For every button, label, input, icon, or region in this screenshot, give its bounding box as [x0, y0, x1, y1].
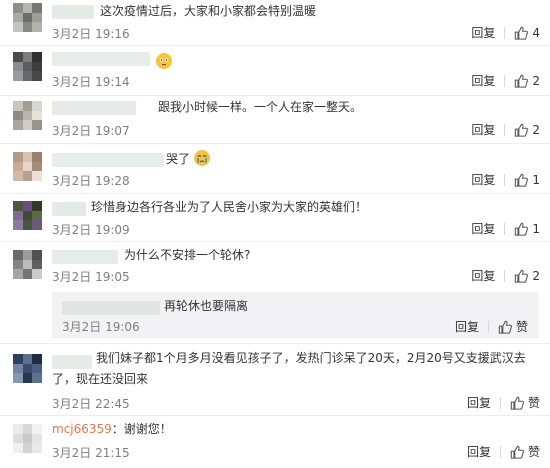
comment-time: 3月2日 19:07: [52, 124, 130, 138]
divider: [504, 222, 506, 235]
thumbs-up-icon: [498, 320, 512, 334]
like-count: 2: [532, 122, 540, 137]
username-blurred[interactable]: [52, 52, 150, 66]
divider: [504, 26, 506, 39]
reply-button[interactable]: 回复: [471, 171, 495, 188]
thinking-emoji-icon: [156, 53, 172, 69]
username-blurred[interactable]: [62, 301, 160, 315]
thumbs-up-icon: [515, 26, 529, 40]
comment-text: 我们妹子都1个月多月没看见孩子了，发热门诊呆了20天，2月20号又支援武汉去了，…: [52, 351, 526, 386]
avatar[interactable]: [13, 250, 42, 279]
sub-reply-time: 3月2日 19:06: [62, 320, 140, 334]
comment-actions: 回复 赞: [467, 394, 540, 411]
comment-text-content: ：谢谢您！: [111, 422, 172, 436]
comment-time: 3月2日 19:09: [52, 223, 130, 237]
like-button[interactable]: 赞: [510, 443, 540, 460]
reply-button[interactable]: 回复: [471, 72, 495, 89]
thumbs-up-icon: [515, 173, 529, 187]
comment-actions: 回复 2: [471, 121, 540, 138]
reply-button[interactable]: 回复: [467, 443, 491, 460]
comment-username-link[interactable]: mcj66359: [52, 422, 112, 436]
like-count: 4: [532, 25, 540, 40]
comment-item: 这次疫情过后，大家和小家都会特别温暖 3月2日 19:16 回复 4: [0, 0, 550, 46]
thumbs-up-icon: [510, 445, 524, 459]
reply-button[interactable]: 回复: [471, 220, 495, 237]
comment-actions: 回复 赞: [467, 443, 540, 460]
username-blurred[interactable]: [52, 101, 136, 115]
like-button[interactable]: 2: [514, 269, 540, 283]
thumbs-up-icon: [510, 396, 524, 410]
like-button[interactable]: 2: [514, 74, 540, 88]
comment-item: 珍惜身边各行各业为了人民舍小家为大家的英雄们！ 3月2日 19:09 回复 1: [0, 194, 550, 242]
comment-text-content: 哭了: [166, 152, 191, 166]
comment-text: mcj66359：谢谢您！: [52, 419, 172, 440]
crying-emoji-icon: [193, 150, 210, 166]
reply-button[interactable]: 回复: [471, 121, 495, 138]
comment-time: 3月2日 19:28: [52, 174, 130, 188]
avatar[interactable]: [13, 52, 42, 81]
comment-time: 3月2日 22:45: [52, 397, 130, 411]
thumbs-up-icon: [515, 269, 529, 283]
sub-reply-actions: 回复 赞: [455, 318, 528, 335]
avatar[interactable]: [13, 201, 42, 230]
username-blurred[interactable]: [52, 250, 118, 264]
comment-item: 3月2日 19:14 回复 2: [0, 46, 550, 96]
like-button[interactable]: 1: [514, 173, 540, 187]
divider: [504, 173, 506, 186]
comment-item: 跟我小时候一样。一个人在家一整天。 3月2日 19:07 回复 2: [0, 96, 550, 144]
username-blurred[interactable]: [52, 202, 86, 216]
reply-button[interactable]: 回复: [455, 318, 479, 335]
divider: [504, 269, 506, 282]
avatar[interactable]: [13, 152, 42, 181]
comment-time: 3月2日 21:15: [52, 446, 130, 460]
thumbs-up-icon: [515, 222, 529, 236]
divider: [499, 445, 501, 458]
like-button[interactable]: 赞: [498, 318, 528, 335]
divider: [499, 396, 501, 409]
avatar[interactable]: [13, 101, 42, 130]
avatar[interactable]: [13, 3, 42, 32]
thumbs-up-icon: [515, 123, 529, 137]
comment-time: 3月2日 19:05: [52, 270, 130, 284]
comment-text: 哭了: [166, 149, 210, 170]
comment-actions: 回复 2: [471, 267, 540, 284]
comment-time: 3月2日 19:14: [52, 75, 130, 89]
comment-item: 我们妹子都1个月多月没看见孩子了，发热门诊呆了20天，2月20号又支援武汉去了，…: [0, 344, 550, 416]
like-button[interactable]: 2: [514, 123, 540, 137]
like-label: 赞: [527, 396, 540, 410]
like-button[interactable]: 4: [514, 26, 540, 40]
avatar[interactable]: [13, 354, 42, 383]
thumbs-up-icon: [515, 74, 529, 88]
divider: [504, 123, 506, 136]
like-count: 1: [532, 172, 540, 187]
username-blurred[interactable]: [52, 153, 164, 167]
like-label: 赞: [515, 320, 528, 334]
comment-actions: 回复 1: [471, 220, 540, 237]
like-count: 1: [532, 221, 540, 236]
comment-text: 跟我小时候一样。一个人在家一整天。: [158, 100, 363, 114]
like-button[interactable]: 赞: [510, 394, 540, 411]
username-blurred[interactable]: [52, 5, 94, 19]
sub-reply: 再轮休也要隔离 3月2日 19:06 回复 赞: [52, 292, 538, 338]
comment-time: 3月2日 19:16: [52, 27, 130, 41]
comment-item: 哭了 3月2日 19:28 回复 1: [0, 144, 550, 194]
like-label: 赞: [527, 445, 540, 459]
divider: [504, 74, 506, 87]
like-count: 2: [532, 268, 540, 283]
sub-reply-text: 再轮休也要隔离: [164, 299, 249, 313]
comment-actions: 回复 2: [471, 72, 540, 89]
avatar[interactable]: [13, 424, 42, 453]
reply-button[interactable]: 回复: [471, 24, 495, 41]
divider: [487, 320, 489, 333]
comment-actions: 回复 1: [471, 171, 540, 188]
comment-actions: 回复 4: [471, 24, 540, 41]
comment-text: 这次疫情过后，大家和小家都会特别温暖: [100, 4, 317, 18]
comment-text: 珍惜身边各行各业为了人民舍小家为大家的英雄们！: [91, 200, 368, 214]
comment-text: 为什么不安排一个轮休?: [124, 248, 251, 262]
reply-button[interactable]: 回复: [467, 394, 491, 411]
like-count: 2: [532, 73, 540, 88]
like-button[interactable]: 1: [514, 222, 540, 236]
comment-item: mcj66359：谢谢您！ 3月2日 21:15 回复 赞: [0, 416, 550, 468]
reply-button[interactable]: 回复: [471, 267, 495, 284]
